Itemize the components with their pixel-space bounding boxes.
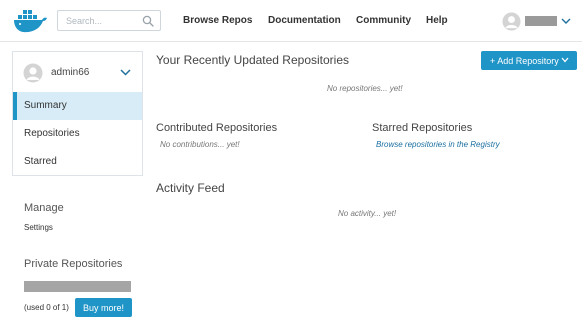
sidebar-item-starred[interactable]: Starred — [13, 148, 142, 176]
add-repository-label: + Add Repository — [490, 55, 559, 66]
buy-more-button[interactable]: Buy more! — [75, 298, 132, 317]
docker-whale-icon[interactable] — [12, 7, 48, 35]
recent-repos-heading: Your Recently Updated Repositories — [156, 53, 350, 67]
settings-link[interactable]: Settings — [24, 223, 53, 232]
redacted-username — [525, 16, 557, 26]
search-box[interactable] — [57, 10, 161, 31]
nav-help[interactable]: Help — [426, 15, 448, 26]
no-contributions-text: No contributions... yet! — [160, 140, 240, 149]
manage-heading: Manage — [24, 202, 64, 214]
top-navbar: Browse Repos Documentation Community Hel… — [0, 0, 582, 42]
add-repository-button[interactable]: + Add Repository — [481, 51, 577, 70]
private-repos-usage-bar — [24, 281, 131, 292]
sidebar-item-summary[interactable]: Summary — [13, 92, 142, 120]
sidebar-nav-card: admin66 Summary Repositories Starred — [12, 51, 143, 176]
starred-repos-heading: Starred Repositories — [372, 122, 473, 134]
nav-community[interactable]: Community — [356, 15, 411, 26]
contributed-repos-heading: Contributed Repositories — [156, 122, 278, 134]
search-input[interactable] — [66, 14, 140, 28]
search-icon[interactable] — [142, 15, 154, 27]
nav-browse-repos[interactable]: Browse Repos — [183, 15, 252, 26]
private-repos-usage-text: (used 0 of 1) — [24, 303, 69, 312]
nav-documentation[interactable]: Documentation — [268, 15, 341, 26]
user-avatar-icon[interactable] — [502, 12, 521, 31]
user-switcher[interactable]: admin66 — [13, 52, 142, 92]
user-avatar-icon — [23, 63, 43, 83]
private-repos-heading: Private Repositories — [24, 258, 123, 270]
no-activity-text: No activity... yet! — [338, 209, 397, 218]
chevron-down-icon — [561, 57, 569, 63]
sidebar-username: admin66 — [51, 67, 90, 78]
browse-registry-link[interactable]: Browse repositories in the Registry — [376, 140, 500, 149]
sidebar-item-repositories[interactable]: Repositories — [13, 120, 142, 148]
chevron-down-icon[interactable] — [561, 17, 571, 25]
no-repositories-text: No repositories... yet! — [327, 84, 403, 93]
chevron-down-icon[interactable] — [120, 68, 131, 76]
activity-feed-heading: Activity Feed — [156, 181, 225, 195]
